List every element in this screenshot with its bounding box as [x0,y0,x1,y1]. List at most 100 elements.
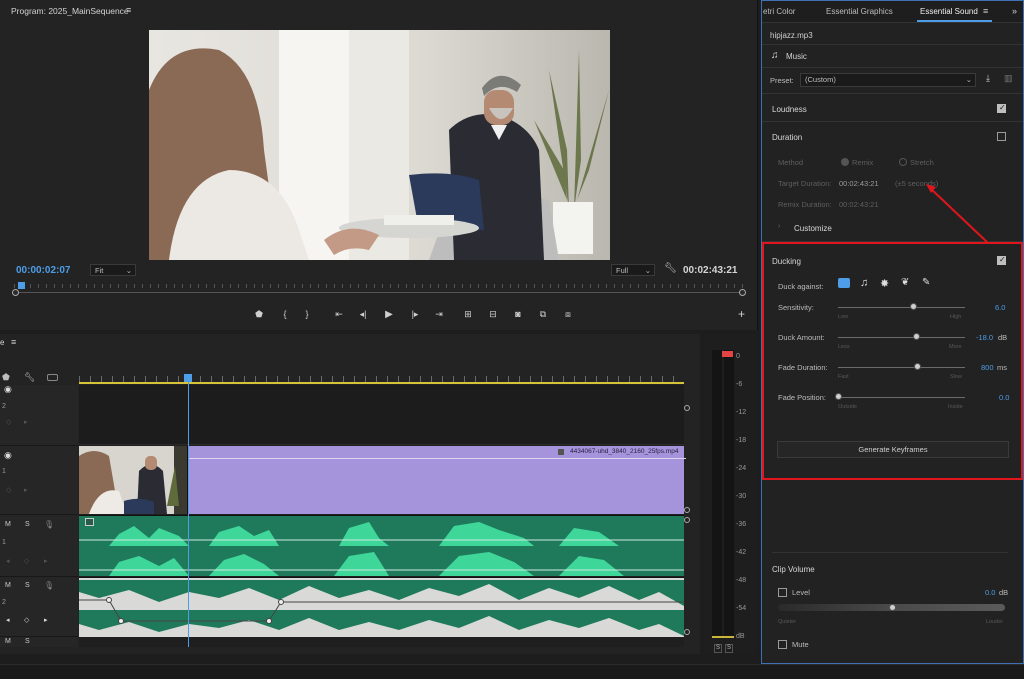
track-header-v1[interactable]: ◉ 1 ◇ ▸ [0,446,78,515]
keyframe-nav-icon[interactable]: ◇ [24,557,29,565]
level-checkbox[interactable] [778,588,787,597]
track-scroll-handle[interactable] [684,507,690,513]
current-timecode[interactable]: 00:00:02:07 [16,265,70,276]
snap-icon[interactable]: ⬟ [2,372,10,383]
loudness-section-title[interactable]: Loudness [772,105,807,114]
step-forward-icon[interactable]: |▸ [408,309,422,320]
meter-solo-left[interactable]: S [714,644,722,653]
loudness-checkbox[interactable] [997,103,1006,113]
hamburger-icon[interactable]: ≡ [983,6,988,16]
keyframe-nav-icon[interactable]: ◇ [24,616,29,624]
add-button-icon[interactable]: + [738,307,745,321]
solo-s[interactable]: S [25,638,30,645]
track-header-a2[interactable]: M S 🎙︎ 2 ◂ ◇ ▸ [0,577,78,637]
program-scrubber[interactable] [12,282,746,296]
dialogue-icon[interactable] [838,278,850,288]
mute-checkbox[interactable] [778,640,787,649]
keyframe-prev-icon[interactable]: ◂ [6,557,10,565]
mark-out-icon[interactable]: } [300,309,314,319]
sensitivity-slider-knob[interactable] [910,303,917,310]
target-duration-value[interactable]: 00:02:43:21 [839,179,879,188]
opacity-line[interactable] [189,458,686,459]
fade-duration-value[interactable]: 800 [981,363,994,372]
solo-s[interactable]: S [25,521,30,528]
track-header-a1[interactable]: M S 🎙︎ 1 ◂ ◇ ▸ [0,515,78,577]
captions-icon[interactable] [47,374,58,381]
eye-icon[interactable]: ◉ [4,384,12,395]
ambience-icon[interactable]: ❦ [901,277,909,288]
generate-keyframes-button[interactable]: Generate Keyframes [777,441,1009,458]
hamburger-icon[interactable]: ≡ [11,337,16,347]
timeline-ruler[interactable] [79,374,684,385]
keyframe-next-icon[interactable]: ▸ [44,616,48,624]
fade-position-slider-track[interactable] [838,397,965,398]
fade-duration-slider-knob[interactable] [914,363,921,370]
go-to-out-icon[interactable]: ⇥ [432,309,446,320]
duck-amount-slider-track[interactable] [838,337,965,338]
hamburger-icon[interactable]: ≡ [126,5,131,15]
duration-checkbox[interactable] [997,132,1006,141]
step-back-icon[interactable]: ◂| [356,309,370,320]
insert-icon[interactable]: ⧉ [536,309,550,320]
customize-label[interactable]: Customize [794,224,832,233]
tab-essential-graphics[interactable]: Essential Graphics [826,7,893,16]
track-header-a3[interactable]: M S [0,637,78,647]
clip-indicator[interactable] [722,351,733,357]
solo-s[interactable]: S [25,582,30,589]
keyframe-nav-icon[interactable]: ◇ [6,418,11,426]
sensitivity-slider-track[interactable] [838,307,965,308]
work-area-bar[interactable] [79,382,684,384]
keyframe-nav-icon[interactable]: ◇ [6,486,11,494]
level-value[interactable]: 0.0 [985,588,995,597]
lift-icon[interactable]: ⊞ [461,309,475,320]
save-preset-icon[interactable]: ⤓ [986,73,990,84]
sfx-icon[interactable]: ✸ [880,277,889,290]
fade-duration-slider-track[interactable] [838,367,965,368]
duck-amount-slider-knob[interactable] [913,333,920,340]
chevron-right-icon[interactable]: › [778,223,780,230]
fade-position-slider-knob[interactable] [835,393,842,400]
track-scroll-handle[interactable] [684,405,690,411]
stretch-radio[interactable] [899,158,907,166]
mic-icon[interactable]: 🎙︎ [44,520,54,529]
mute-m[interactable]: M [5,638,11,645]
overwrite-icon[interactable]: ⧈ [561,309,575,320]
ducking-checkbox[interactable] [997,255,1006,265]
duration-section-title[interactable]: Duration [772,133,802,142]
go-to-in-icon[interactable]: ⇤ [332,309,346,320]
mute-m[interactable]: M [5,582,11,589]
keyframe-next-icon[interactable]: ▸ [24,418,28,426]
eye-icon[interactable]: ◉ [4,450,12,461]
wrench-icon[interactable]: 🔧︎ [664,263,677,274]
meter-solo-right[interactable]: S [725,644,733,653]
level-slider-knob[interactable] [889,604,896,611]
add-marker-icon[interactable]: ⬟ [252,309,266,320]
quality-dropdown[interactable]: Full ⌄ [611,264,655,276]
out-point-handle[interactable] [739,289,746,296]
extract-icon[interactable]: ⊟ [486,309,500,320]
video-clip[interactable]: 4434067-uhd_3840_2160_25fps.mp4 [187,446,686,514]
music-icon[interactable]: ♫ [860,277,868,289]
delete-preset-icon[interactable]: ▥ [1004,73,1013,84]
duck-amount-value[interactable]: -18.0 [976,333,993,342]
play-icon[interactable]: ▶ [382,309,396,320]
fade-position-value[interactable]: 0.0 [999,393,1009,402]
keyframe-prev-icon[interactable]: ◂ [6,616,10,624]
mark-in-icon[interactable]: { [278,309,292,319]
tab-lumetri-color[interactable]: etri Color [763,7,795,16]
in-point-handle[interactable] [12,289,19,296]
keyframe-next-icon[interactable]: ▸ [24,486,28,494]
tab-essential-sound[interactable]: Essential Sound [920,7,978,16]
track-scroll-handle[interactable] [684,517,690,523]
wrench-icon[interactable]: 🔧︎ [24,372,35,383]
preset-dropdown[interactable]: (Custom) ⌄ [800,73,976,87]
sensitivity-value[interactable]: 6.0 [995,303,1005,312]
remix-radio[interactable] [841,158,849,166]
mute-m[interactable]: M [5,521,11,528]
unassigned-icon[interactable]: ✎ [922,277,930,288]
camera-icon[interactable]: ◙ [511,309,525,319]
playhead-marker[interactable] [18,282,25,289]
track-v2[interactable] [79,385,684,445]
ducking-section-title[interactable]: Ducking [772,257,801,266]
track-scroll-handle[interactable] [684,629,690,635]
